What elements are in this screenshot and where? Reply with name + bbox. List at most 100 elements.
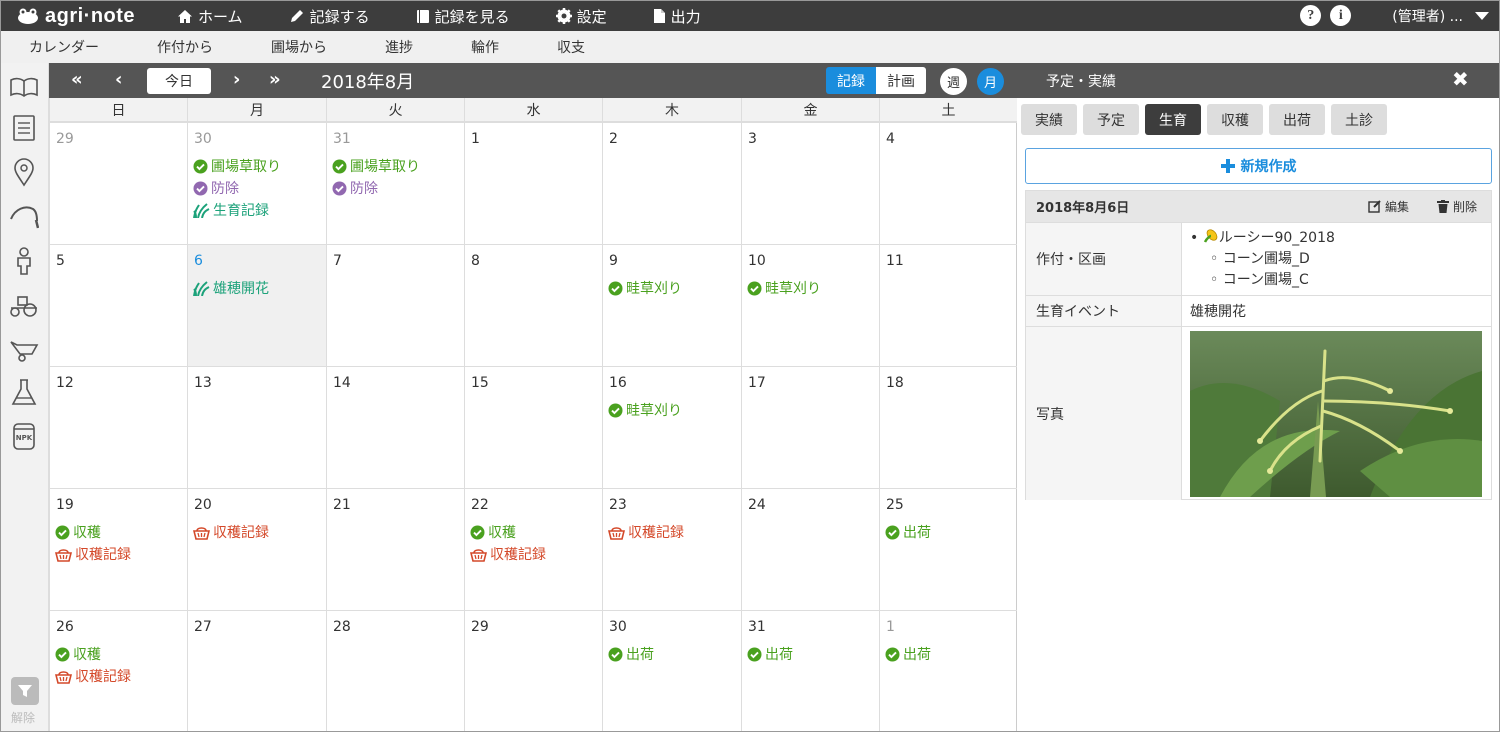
brand-logo[interactable]: agri·note: [17, 5, 167, 28]
day-cell[interactable]: 4: [879, 122, 1017, 244]
calendar-event[interactable]: 防除: [193, 177, 281, 199]
new-create-button[interactable]: 新規作成: [1025, 148, 1492, 184]
subnav-rotation[interactable]: 輪作: [471, 37, 499, 57]
day-cell[interactable]: 29: [49, 122, 187, 244]
tab-shipment[interactable]: 出荷: [1269, 104, 1325, 135]
tab-soil[interactable]: 土診: [1331, 104, 1387, 135]
week-view-button[interactable]: 週: [940, 68, 967, 95]
calendar-event[interactable]: 圃場草取り: [332, 155, 420, 177]
calendar-event[interactable]: 畦草刈り: [608, 399, 682, 421]
calendar-event[interactable]: 雄穂開花: [193, 277, 269, 299]
map-pin-icon[interactable]: [9, 157, 39, 187]
calendar-event[interactable]: 出荷: [885, 643, 931, 665]
flask-icon[interactable]: [9, 377, 39, 407]
wheelbarrow-icon[interactable]: [9, 333, 39, 363]
calendar-event[interactable]: 圃場草取り: [193, 155, 281, 177]
day-cell[interactable]: 10 畦草刈り: [741, 244, 879, 366]
day-cell[interactable]: 6 雄穂開花: [187, 244, 326, 366]
nav-export[interactable]: 出力: [653, 6, 701, 27]
field-item[interactable]: ◦ コーン圃場_D: [1190, 249, 1335, 270]
mode-record-button[interactable]: 記録: [826, 67, 876, 94]
field-item[interactable]: ◦ コーン圃場_C: [1190, 270, 1335, 291]
tab-planned[interactable]: 予定: [1083, 104, 1139, 135]
day-cell[interactable]: 18: [879, 366, 1017, 488]
day-cell[interactable]: 19 収穫 収穫記録: [49, 488, 187, 610]
calendar-event[interactable]: 収穫記録: [55, 543, 131, 565]
day-cell[interactable]: 13: [187, 366, 326, 488]
day-cell[interactable]: 15: [464, 366, 602, 488]
calendar-event[interactable]: 出荷: [608, 643, 654, 665]
calendar-event[interactable]: 畦草刈り: [608, 277, 682, 299]
next-year-button[interactable]: »: [269, 69, 281, 90]
day-cell[interactable]: 25 出荷: [879, 488, 1017, 610]
calendar-event[interactable]: 生育記録: [193, 199, 281, 221]
day-cell[interactable]: 30 出荷: [602, 610, 741, 731]
tab-actual[interactable]: 実績: [1021, 104, 1077, 135]
edit-button[interactable]: 編集: [1368, 198, 1409, 215]
subnav-calendar[interactable]: カレンダー: [29, 37, 99, 57]
day-cell[interactable]: 29: [464, 610, 602, 731]
day-cell[interactable]: 30 圃場草取り 防除 生育記録: [187, 122, 326, 244]
help-icon[interactable]: ?: [1300, 5, 1322, 26]
day-cell[interactable]: 8: [464, 244, 602, 366]
sickle-icon[interactable]: [9, 201, 39, 231]
day-cell[interactable]: 17: [741, 366, 879, 488]
worker-icon[interactable]: [9, 245, 39, 275]
user-menu[interactable]: (管理者) ...: [1392, 6, 1463, 26]
subnav-income-expense[interactable]: 収支: [557, 37, 585, 57]
today-button[interactable]: 今日: [147, 68, 211, 94]
subnav-by-crop[interactable]: 作付から: [157, 37, 213, 57]
prev-month-button[interactable]: ‹: [115, 69, 122, 90]
day-cell[interactable]: 3: [741, 122, 879, 244]
next-month-button[interactable]: ›: [233, 69, 240, 90]
delete-button[interactable]: 削除: [1437, 198, 1477, 215]
filter-clear-button[interactable]: [11, 677, 39, 705]
day-cell[interactable]: 31 圃場草取り 防除: [326, 122, 464, 244]
calendar-event[interactable]: 収穫記録: [55, 665, 131, 687]
book-open-icon[interactable]: [9, 71, 39, 101]
day-cell[interactable]: 12: [49, 366, 187, 488]
prev-year-button[interactable]: «: [71, 69, 83, 90]
calendar-event[interactable]: 出荷: [885, 521, 931, 543]
day-cell[interactable]: 24: [741, 488, 879, 610]
day-cell[interactable]: 1: [464, 122, 602, 244]
day-cell[interactable]: 2: [602, 122, 741, 244]
crop-item[interactable]: • ルーシー90_2018: [1190, 228, 1335, 249]
nav-settings[interactable]: 設定: [555, 6, 607, 27]
day-cell[interactable]: 11: [879, 244, 1017, 366]
chevron-down-icon[interactable]: [1475, 11, 1489, 20]
day-cell[interactable]: 1 出荷: [879, 610, 1017, 731]
calendar-event[interactable]: 収穫: [55, 643, 131, 665]
day-cell[interactable]: 23 収穫記録: [602, 488, 741, 610]
calendar-event[interactable]: 出荷: [747, 643, 793, 665]
calendar-event[interactable]: 防除: [332, 177, 420, 199]
info-icon[interactable]: i: [1330, 5, 1352, 26]
close-panel-icon[interactable]: ✖: [1452, 67, 1469, 91]
day-cell[interactable]: 31 出荷: [741, 610, 879, 731]
calendar-event[interactable]: 収穫記録: [193, 521, 269, 543]
day-cell[interactable]: 22 収穫 収穫記録: [464, 488, 602, 610]
mode-plan-button[interactable]: 計画: [876, 67, 926, 94]
calendar-event[interactable]: 畦草刈り: [747, 277, 821, 299]
subnav-by-field[interactable]: 圃場から: [271, 37, 327, 57]
day-cell[interactable]: 9 畦草刈り: [602, 244, 741, 366]
corn-tassel-photo[interactable]: [1190, 331, 1482, 497]
fertilizer-bag-icon[interactable]: NPK: [9, 421, 39, 451]
day-cell[interactable]: 14: [326, 366, 464, 488]
tab-harvest[interactable]: 収穫: [1207, 104, 1263, 135]
subnav-progress[interactable]: 進捗: [385, 37, 413, 57]
calendar-event[interactable]: 収穫記録: [470, 543, 546, 565]
nav-view-records[interactable]: 記録を見る: [416, 6, 510, 27]
tractor-icon[interactable]: [9, 289, 39, 319]
nav-home[interactable]: ホーム: [177, 6, 243, 27]
day-cell[interactable]: 21: [326, 488, 464, 610]
day-cell[interactable]: 16 畦草刈り: [602, 366, 741, 488]
tab-growth[interactable]: 生育: [1145, 104, 1201, 135]
calendar-event[interactable]: 収穫: [470, 521, 546, 543]
calendar-event[interactable]: 収穫: [55, 521, 131, 543]
day-cell[interactable]: 26 収穫 収穫記録: [49, 610, 187, 731]
notebook-icon[interactable]: [9, 113, 39, 143]
day-cell[interactable]: 27: [187, 610, 326, 731]
day-cell[interactable]: 7: [326, 244, 464, 366]
calendar-event[interactable]: 収穫記録: [608, 521, 684, 543]
